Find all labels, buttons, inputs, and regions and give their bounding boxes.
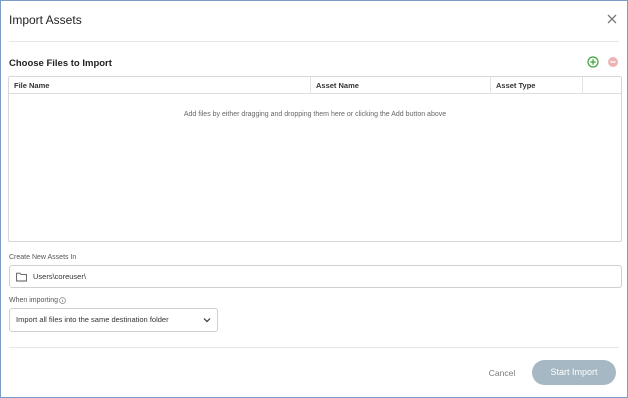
start-import-button[interactable]: Start Import xyxy=(532,360,616,385)
when-importing-label: When importing xyxy=(9,297,59,304)
destination-path-field[interactable]: Users\coreuser\ xyxy=(9,265,622,288)
import-mode-selected-value: Import all files into the same destinati… xyxy=(16,315,169,324)
files-empty-message: Add files by either dragging and droppin… xyxy=(183,111,447,118)
cancel-button[interactable]: Cancel xyxy=(479,364,525,382)
close-icon[interactable] xyxy=(605,12,619,26)
remove-circle-icon[interactable] xyxy=(607,56,619,68)
import-assets-dialog: Import Assets Choose Files to Import Fil… xyxy=(0,0,628,398)
destination-label: Create New Assets In xyxy=(9,254,77,261)
folder-icon xyxy=(16,272,27,282)
footer-divider xyxy=(9,347,619,348)
column-header-asset-name[interactable]: Asset Name xyxy=(310,77,490,94)
files-table[interactable]: File Name Asset Name Asset Type Add file… xyxy=(8,76,622,242)
info-icon[interactable] xyxy=(59,297,66,304)
chevron-down-icon xyxy=(203,318,211,323)
destination-path-text: Users\coreuser\ xyxy=(33,272,86,281)
dialog-title: Import Assets xyxy=(9,13,82,27)
table-header: File Name Asset Name Asset Type xyxy=(9,77,621,94)
import-mode-select[interactable]: Import all files into the same destinati… xyxy=(9,308,218,332)
column-header-asset-type[interactable]: Asset Type xyxy=(490,77,582,94)
column-header-file-name[interactable]: File Name xyxy=(9,77,310,94)
header-divider xyxy=(9,41,619,42)
column-header-extra xyxy=(582,77,621,94)
add-circle-icon[interactable] xyxy=(587,56,599,68)
files-section-title: Choose Files to Import xyxy=(9,58,112,69)
